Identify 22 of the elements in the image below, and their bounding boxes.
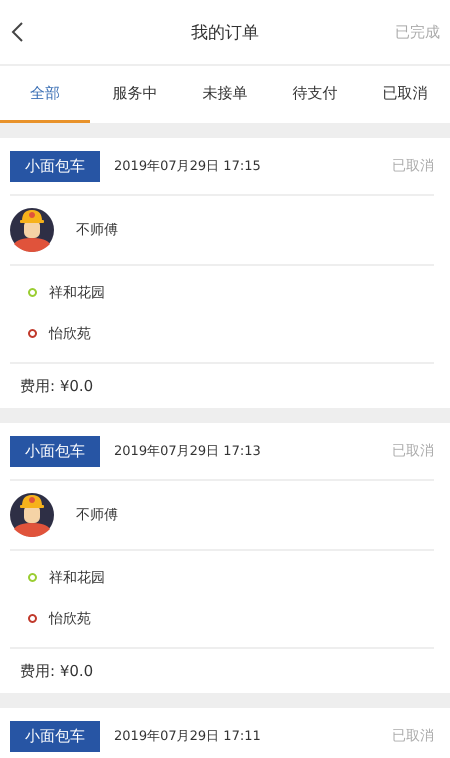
- address-text: 祥和花园: [49, 284, 105, 302]
- order-time: 2019年07月29日 17:13: [114, 443, 261, 460]
- order-status: 已取消: [392, 157, 434, 175]
- driver-name: 不师傅: [76, 221, 118, 239]
- order-status: 已取消: [392, 442, 434, 460]
- order-fee: 费用: ¥0.0: [19, 660, 94, 682]
- vehicle-tag: 小面包车: [10, 436, 100, 466]
- order-fee: 费用: ¥0.0: [19, 376, 94, 396]
- address-text: 祥和花园: [49, 568, 105, 586]
- driver-name: 不师傅: [76, 506, 118, 524]
- order-status: 已取消: [392, 727, 434, 745]
- order-time: 2019年07月29日 17:11: [114, 728, 261, 745]
- address-text: 怡欣苑: [49, 610, 91, 628]
- filter-tab[interactable]: 服务中: [90, 66, 180, 123]
- order-time: 2019年07月29日 17:15: [114, 158, 261, 175]
- address-text: 怡欣苑: [49, 324, 91, 342]
- filter-tab[interactable]: 待支付: [270, 66, 360, 123]
- vehicle-tag: 小面包车: [10, 720, 100, 752]
- vehicle-tag: 小面包车: [10, 150, 100, 182]
- page-title: 我的订单: [191, 22, 259, 44]
- filter-tab[interactable]: 未接单: [180, 66, 270, 123]
- filter-tab[interactable]: 已取消: [360, 66, 450, 123]
